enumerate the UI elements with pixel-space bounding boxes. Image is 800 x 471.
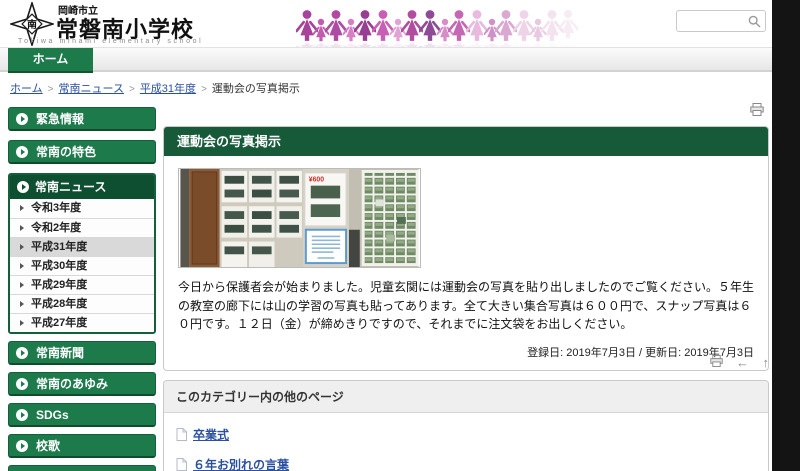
category-list: 卒業式 ６年お別れの言葉 ６年生家庭科調理実習 bbox=[164, 413, 768, 471]
school-name-english: Tokiwa minami elementary school bbox=[18, 38, 203, 45]
play-circle-icon bbox=[17, 181, 29, 193]
sidebar-year-h30[interactable]: 平成30年度 bbox=[10, 256, 154, 275]
sidebar-item-label: SDGs bbox=[36, 408, 69, 422]
article-action-icons: ← ↑ bbox=[163, 354, 769, 372]
screen-edge-black-strip bbox=[772, 0, 800, 471]
sports-day-photo: ¥600 bbox=[178, 168, 421, 268]
sidebar-item-newspaper[interactable]: 常南新聞 bbox=[8, 341, 156, 365]
page: 南 岡崎市立 常磐南小学校 Tokiwa minami elementary s… bbox=[0, 0, 800, 471]
sidebar-item-emergency[interactable]: 緊急情報 bbox=[8, 107, 156, 131]
sidebar-year-h29[interactable]: 平成29年度 bbox=[10, 275, 154, 294]
sidebar-item-label: 緊急情報 bbox=[36, 112, 84, 126]
sidebar-item-history[interactable]: 常南のあゆみ bbox=[8, 372, 156, 396]
page-top-arrow-button[interactable]: ↑ bbox=[763, 355, 770, 370]
category-link-graduation[interactable]: 卒業式 bbox=[193, 426, 229, 443]
category-title: このカテゴリー内の他のページ bbox=[164, 381, 768, 413]
play-circle-icon bbox=[16, 347, 28, 359]
svg-text:南: 南 bbox=[27, 18, 37, 31]
article-title: 運動会の写真掲示 bbox=[164, 127, 768, 156]
sidebar-year-h28[interactable]: 平成28年度 bbox=[10, 294, 154, 313]
search-icon[interactable] bbox=[748, 15, 761, 28]
back-arrow-button[interactable]: ← bbox=[736, 355, 749, 370]
page-icon bbox=[176, 458, 187, 471]
sidebar-item-school-song[interactable]: 校歌 bbox=[8, 434, 156, 458]
sidebar: 緊急情報 常南の特色 常南ニュース 令和3年度 令和2年度 平成31年度 平成3… bbox=[8, 107, 156, 471]
nav-home-tab[interactable]: ホーム bbox=[8, 48, 93, 73]
play-circle-icon bbox=[16, 409, 28, 421]
breadcrumb-separator: > bbox=[48, 84, 54, 95]
print-button[interactable] bbox=[750, 103, 764, 121]
category-link-farewell-words[interactable]: ６年お別れの言葉 bbox=[193, 456, 289, 471]
sidebar-item-label: 常南新聞 bbox=[36, 346, 84, 360]
sidebar-item-partial[interactable] bbox=[8, 465, 156, 471]
breadcrumb-separator: > bbox=[201, 84, 207, 95]
sidebar-item-label: 校歌 bbox=[36, 439, 60, 453]
play-circle-icon bbox=[16, 440, 28, 452]
breadcrumb-year[interactable]: 平成31年度 bbox=[140, 83, 196, 95]
breadcrumb-news[interactable]: 常南ニュース bbox=[59, 83, 124, 95]
breadcrumb-home[interactable]: ホーム bbox=[10, 83, 43, 95]
main-navbar: ホーム bbox=[0, 47, 772, 72]
sidebar-item-label: 常南のあゆみ bbox=[36, 377, 108, 391]
breadcrumb: ホーム > 常南ニュース > 平成31年度 > 運動会の写真掲示 bbox=[10, 80, 300, 96]
sidebar-year-h31-active[interactable]: 平成31年度 bbox=[10, 237, 154, 256]
sidebar-year-h27[interactable]: 平成27年度 bbox=[10, 313, 154, 332]
list-item: ６年お別れの言葉 bbox=[176, 449, 756, 471]
sidebar-news-group: 常南ニュース 令和3年度 令和2年度 平成31年度 平成30年度 平成29年度 … bbox=[8, 173, 156, 334]
sidebar-item-label: 常南の特色 bbox=[36, 145, 96, 159]
article-text: 今日から保護者会が始まりました。児童玄関には運動会の写真を貼り出しましたのでご覧… bbox=[178, 278, 754, 334]
page-icon bbox=[176, 428, 187, 441]
sidebar-item-label: 常南ニュース bbox=[35, 180, 106, 194]
photo-price-label: ¥600 bbox=[309, 177, 324, 184]
play-circle-icon bbox=[16, 378, 28, 390]
breadcrumb-separator: > bbox=[129, 84, 135, 95]
site-header: 南 岡崎市立 常磐南小学校 Tokiwa minami elementary s… bbox=[0, 0, 772, 47]
print-button[interactable] bbox=[710, 355, 723, 370]
category-card: このカテゴリー内の他のページ 卒業式 ６年お別れの言葉 bbox=[163, 380, 769, 471]
search-input[interactable] bbox=[677, 12, 748, 30]
sidebar-item-features[interactable]: 常南の特色 bbox=[8, 140, 156, 164]
list-item: 卒業式 bbox=[176, 419, 756, 449]
play-circle-icon bbox=[16, 113, 28, 125]
sidebar-item-news[interactable]: 常南ニュース bbox=[10, 175, 154, 199]
sidebar-item-sdgs[interactable]: SDGs bbox=[8, 403, 156, 427]
play-circle-icon bbox=[16, 146, 28, 158]
article-body: ¥600 bbox=[164, 156, 768, 370]
search-box bbox=[676, 10, 766, 32]
article-card: 運動会の写真掲示 bbox=[163, 126, 769, 371]
breadcrumb-current: 運動会の写真掲示 bbox=[212, 83, 300, 95]
sidebar-year-r2[interactable]: 令和2年度 bbox=[10, 218, 154, 237]
sidebar-year-r3[interactable]: 令和3年度 bbox=[10, 199, 154, 218]
